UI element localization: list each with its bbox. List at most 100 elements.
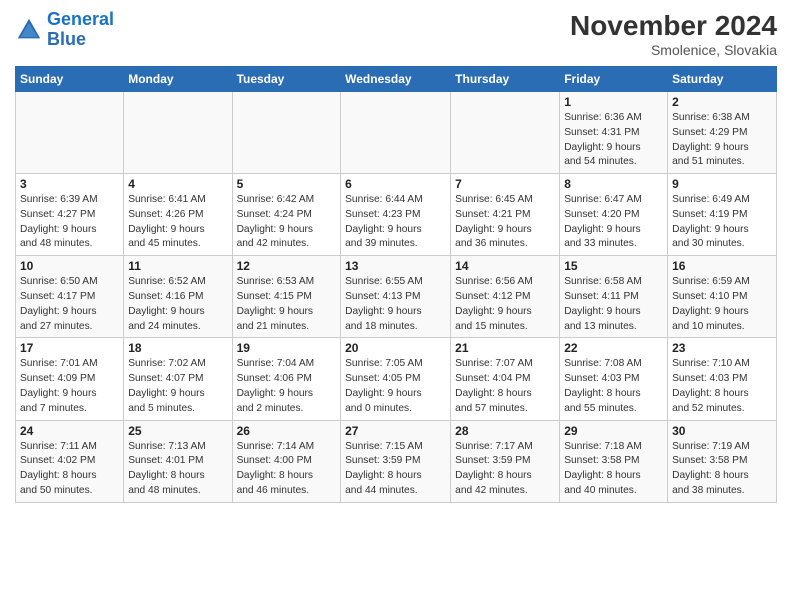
- day-number: 11: [128, 259, 227, 273]
- day-info: Sunrise: 7:04 AM Sunset: 4:06 PM Dayligh…: [237, 357, 337, 416]
- day-info: Sunrise: 7:13 AM Sunset: 4:01 PM Dayligh…: [128, 440, 227, 499]
- calendar-cell: 4Sunrise: 6:41 AM Sunset: 4:26 PM Daylig…: [124, 174, 232, 256]
- day-info: Sunrise: 6:49 AM Sunset: 4:19 PM Dayligh…: [672, 193, 772, 252]
- day-number: 9: [672, 177, 772, 191]
- page-header: General Blue November 2024 Smolenice, Sl…: [15, 10, 777, 58]
- calendar-cell: 14 Sunrise: 6:56 AM Sunset: 4:12 PM Dayli…: [451, 256, 560, 338]
- location-subtitle: Smolenice, Slovakia: [570, 42, 777, 58]
- day-info: Sunrise: 6:50 AM Sunset: 4:17 PM Dayligh…: [20, 275, 119, 334]
- day-info: Sunrise: 7:02 AM Sunset: 4:07 PM Dayligh…: [128, 357, 227, 416]
- col-sunday: Sunday: [16, 67, 124, 92]
- day-number: 23: [672, 341, 772, 355]
- calendar-cell: 15 Sunrise: 6:58 AM Sunset: 4:11 PM Dayli…: [560, 256, 668, 338]
- calendar-cell: 17Sunrise: 7:01 AM Sunset: 4:09 PM Dayli…: [16, 338, 124, 420]
- day-number: 15: [564, 259, 663, 273]
- calendar-cell: 18Sunrise: 7:02 AM Sunset: 4:07 PM Dayli…: [124, 338, 232, 420]
- day-number: 3: [20, 177, 119, 191]
- calendar-cell: 30 Sunrise: 7:19 AM Sunset: 3:58 PM Dayli…: [668, 420, 777, 502]
- day-number: 26: [237, 424, 337, 438]
- day-info: Sunrise: 6:44 AM Sunset: 4:23 PM Dayligh…: [345, 193, 446, 252]
- calendar-cell: 25 Sunrise: 7:13 AM Sunset: 4:01 PM Dayli…: [124, 420, 232, 502]
- calendar-cell: 27 Sunrise: 7:15 AM Sunset: 3:59 PM Dayli…: [341, 420, 451, 502]
- day-info: Sunrise: 7:19 AM Sunset: 3:58 PM Dayligh…: [672, 440, 772, 499]
- header-row: Sunday Monday Tuesday Wednesday Thursday…: [16, 67, 777, 92]
- col-saturday: Saturday: [668, 67, 777, 92]
- day-info: Sunrise: 6:45 AM Sunset: 4:21 PM Dayligh…: [455, 193, 555, 252]
- day-info: Sunrise: 7:08 AM Sunset: 4:03 PM Dayligh…: [564, 357, 663, 416]
- calendar-cell: [16, 92, 124, 174]
- day-info: Sunrise: 6:56 AM Sunset: 4:12 PM Dayligh…: [455, 275, 555, 334]
- calendar-cell: 28 Sunrise: 7:17 AM Sunset: 3:59 PM Dayli…: [451, 420, 560, 502]
- day-number: 22: [564, 341, 663, 355]
- day-info: Sunrise: 6:38 AM Sunset: 4:29 PM Dayligh…: [672, 111, 772, 170]
- page-container: General Blue November 2024 Smolenice, Sl…: [0, 0, 792, 508]
- calendar-cell: 1 Sunrise: 6:36 AM Sunset: 4:31 PM Daylig…: [560, 92, 668, 174]
- logo: General Blue: [15, 10, 114, 50]
- day-info: Sunrise: 6:59 AM Sunset: 4:10 PM Dayligh…: [672, 275, 772, 334]
- logo-icon: [15, 16, 43, 44]
- day-info: Sunrise: 7:11 AM Sunset: 4:02 PM Dayligh…: [20, 440, 119, 499]
- day-info: Sunrise: 6:36 AM Sunset: 4:31 PM Dayligh…: [564, 111, 663, 170]
- calendar-cell: 19 Sunrise: 7:04 AM Sunset: 4:06 PM Dayli…: [232, 338, 341, 420]
- day-info: Sunrise: 7:18 AM Sunset: 3:58 PM Dayligh…: [564, 440, 663, 499]
- day-number: 1: [564, 95, 663, 109]
- day-number: 12: [237, 259, 337, 273]
- calendar-cell: 22 Sunrise: 7:08 AM Sunset: 4:03 PM Dayli…: [560, 338, 668, 420]
- day-info: Sunrise: 6:47 AM Sunset: 4:20 PM Dayligh…: [564, 193, 663, 252]
- calendar-cell: [232, 92, 341, 174]
- calendar-week-1: 1 Sunrise: 6:36 AM Sunset: 4:31 PM Daylig…: [16, 92, 777, 174]
- month-title: November 2024: [570, 10, 777, 42]
- calendar-cell: 11 Sunrise: 6:52 AM Sunset: 4:16 PM Dayli…: [124, 256, 232, 338]
- day-info: Sunrise: 6:53 AM Sunset: 4:15 PM Dayligh…: [237, 275, 337, 334]
- day-number: 21: [455, 341, 555, 355]
- calendar-cell: 9 Sunrise: 6:49 AM Sunset: 4:19 PM Daylig…: [668, 174, 777, 256]
- calendar-week-3: 10 Sunrise: 6:50 AM Sunset: 4:17 PM Dayli…: [16, 256, 777, 338]
- day-number: 20: [345, 341, 446, 355]
- calendar-cell: 3 Sunrise: 6:39 AM Sunset: 4:27 PM Daylig…: [16, 174, 124, 256]
- logo-text: General Blue: [47, 10, 114, 50]
- day-info: Sunrise: 7:07 AM Sunset: 4:04 PM Dayligh…: [455, 357, 555, 416]
- day-number: 8: [564, 177, 663, 191]
- day-number: 30: [672, 424, 772, 438]
- calendar-cell: 10 Sunrise: 6:50 AM Sunset: 4:17 PM Dayli…: [16, 256, 124, 338]
- day-number: 29: [564, 424, 663, 438]
- day-number: 5: [237, 177, 337, 191]
- calendar-week-2: 3 Sunrise: 6:39 AM Sunset: 4:27 PM Daylig…: [16, 174, 777, 256]
- calendar-cell: 6 Sunrise: 6:44 AM Sunset: 4:23 PM Daylig…: [341, 174, 451, 256]
- calendar-cell: 7Sunrise: 6:45 AM Sunset: 4:21 PM Daylig…: [451, 174, 560, 256]
- calendar-cell: 8 Sunrise: 6:47 AM Sunset: 4:20 PM Daylig…: [560, 174, 668, 256]
- day-info: Sunrise: 6:58 AM Sunset: 4:11 PM Dayligh…: [564, 275, 663, 334]
- day-info: Sunrise: 6:52 AM Sunset: 4:16 PM Dayligh…: [128, 275, 227, 334]
- day-number: 28: [455, 424, 555, 438]
- calendar-cell: 12 Sunrise: 6:53 AM Sunset: 4:15 PM Dayli…: [232, 256, 341, 338]
- calendar-table: Sunday Monday Tuesday Wednesday Thursday…: [15, 66, 777, 503]
- calendar-cell: 5 Sunrise: 6:42 AM Sunset: 4:24 PM Daylig…: [232, 174, 341, 256]
- calendar-cell: [451, 92, 560, 174]
- calendar-cell: 26 Sunrise: 7:14 AM Sunset: 4:00 PM Dayli…: [232, 420, 341, 502]
- calendar-cell: 16Sunrise: 6:59 AM Sunset: 4:10 PM Dayli…: [668, 256, 777, 338]
- col-tuesday: Tuesday: [232, 67, 341, 92]
- calendar-cell: [341, 92, 451, 174]
- day-number: 19: [237, 341, 337, 355]
- day-info: Sunrise: 6:55 AM Sunset: 4:13 PM Dayligh…: [345, 275, 446, 334]
- day-info: Sunrise: 7:15 AM Sunset: 3:59 PM Dayligh…: [345, 440, 446, 499]
- calendar-cell: 21 Sunrise: 7:07 AM Sunset: 4:04 PM Dayli…: [451, 338, 560, 420]
- day-info: Sunrise: 7:10 AM Sunset: 4:03 PM Dayligh…: [672, 357, 772, 416]
- day-number: 27: [345, 424, 446, 438]
- day-number: 14: [455, 259, 555, 273]
- title-block: November 2024 Smolenice, Slovakia: [570, 10, 777, 58]
- calendar-cell: 13 Sunrise: 6:55 AM Sunset: 4:13 PM Dayli…: [341, 256, 451, 338]
- day-info: Sunrise: 7:14 AM Sunset: 4:00 PM Dayligh…: [237, 440, 337, 499]
- day-number: 10: [20, 259, 119, 273]
- day-info: Sunrise: 7:01 AM Sunset: 4:09 PM Dayligh…: [20, 357, 119, 416]
- day-info: Sunrise: 6:42 AM Sunset: 4:24 PM Dayligh…: [237, 193, 337, 252]
- day-number: 25: [128, 424, 227, 438]
- calendar-cell: 29 Sunrise: 7:18 AM Sunset: 3:58 PM Dayli…: [560, 420, 668, 502]
- day-number: 13: [345, 259, 446, 273]
- col-wednesday: Wednesday: [341, 67, 451, 92]
- calendar-week-4: 17Sunrise: 7:01 AM Sunset: 4:09 PM Dayli…: [16, 338, 777, 420]
- day-info: Sunrise: 6:39 AM Sunset: 4:27 PM Dayligh…: [20, 193, 119, 252]
- day-number: 6: [345, 177, 446, 191]
- day-info: Sunrise: 7:05 AM Sunset: 4:05 PM Dayligh…: [345, 357, 446, 416]
- day-info: Sunrise: 7:17 AM Sunset: 3:59 PM Dayligh…: [455, 440, 555, 499]
